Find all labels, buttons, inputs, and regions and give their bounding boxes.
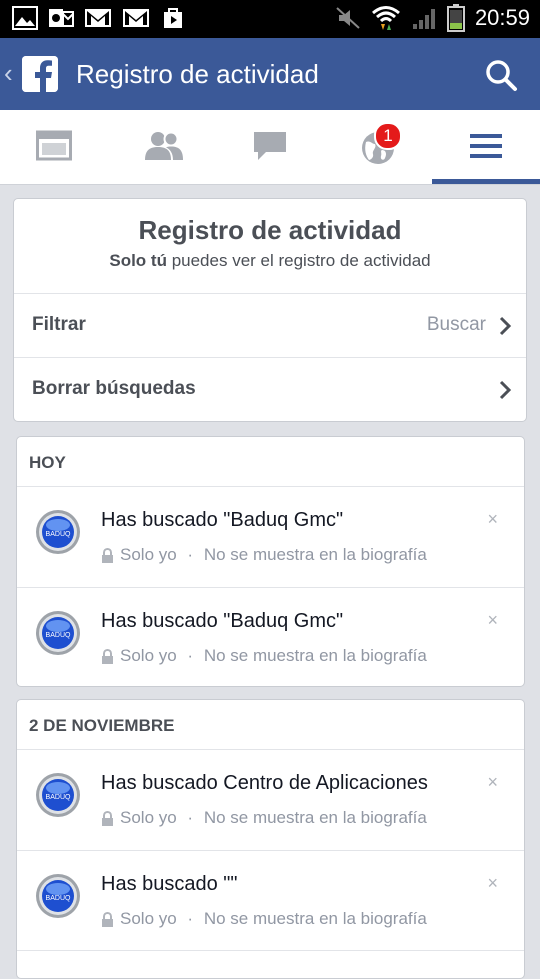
filter-label: Filtrar bbox=[32, 314, 86, 335]
entry-title: Has buscado "" bbox=[101, 873, 238, 895]
lock-icon bbox=[102, 911, 113, 927]
entry-title: Has buscado "Baduq Gmc" bbox=[101, 509, 344, 531]
meta-separator: · bbox=[182, 545, 198, 564]
section-november-2: 2 DE NOVIEMBRE BADUQ Has buscado Centro … bbox=[16, 699, 525, 979]
svg-text:BADUQ: BADUQ bbox=[46, 531, 71, 538]
clear-searches-label: Borrar búsquedas bbox=[32, 378, 196, 399]
divider bbox=[17, 950, 524, 951]
list-item[interactable]: BADUQ Has buscado "Baduq Gmc" Solo yo · … bbox=[17, 588, 524, 688]
section-heading: 2 DE NOVIEMBRE bbox=[29, 716, 175, 735]
entry-title: Has buscado "Baduq Gmc" bbox=[101, 610, 344, 632]
entry-meta: Solo yo · No se muestra en la biografía bbox=[101, 808, 427, 828]
filter-row[interactable]: Filtrar Buscar bbox=[14, 294, 526, 358]
list-item[interactable]: BADUQ Has buscado "" Solo yo · No se mue… bbox=[17, 851, 524, 951]
battery-icon bbox=[446, 4, 465, 32]
chevron-right-icon bbox=[499, 316, 512, 336]
tab-friends[interactable] bbox=[108, 110, 216, 184]
visibility-label: No se muestra en la biografía bbox=[203, 909, 427, 928]
chevron-right-icon bbox=[499, 380, 512, 400]
close-icon[interactable]: × bbox=[487, 873, 498, 894]
avatar: BADUQ bbox=[36, 874, 80, 918]
privacy-label[interactable]: Solo yo bbox=[120, 909, 177, 929]
privacy-label[interactable]: Solo yo bbox=[120, 646, 177, 666]
close-icon[interactable]: × bbox=[487, 772, 498, 793]
section-today: HOY BADUQ Has buscado "Baduq Gmc" Solo y… bbox=[16, 436, 525, 687]
status-bar: 20:59 bbox=[0, 0, 540, 38]
visibility-label: No se muestra en la biografía bbox=[203, 545, 427, 564]
list-item[interactable]: BADUQ Has buscado "Baduq Gmc" Solo yo · … bbox=[17, 487, 524, 587]
news-feed-icon bbox=[36, 130, 72, 161]
entry-meta: Solo yo · No se muestra en la biografía bbox=[101, 909, 427, 929]
outlook-icon bbox=[49, 9, 74, 27]
meta-separator: · bbox=[182, 646, 198, 665]
tab-notifications[interactable]: 1 bbox=[324, 110, 432, 184]
activity-log-title: Registro de actividad bbox=[138, 215, 402, 245]
image-icon bbox=[12, 6, 38, 30]
entry-title: Has buscado Centro de Aplicaciones bbox=[101, 772, 428, 794]
entry-meta: Solo yo · No se muestra en la biografía bbox=[101, 545, 427, 565]
page-title: Registro de actividad bbox=[76, 59, 319, 89]
visibility-label: No se muestra en la biografía bbox=[203, 646, 427, 665]
meta-separator: · bbox=[182, 909, 198, 928]
mute-icon bbox=[336, 7, 360, 29]
lock-icon bbox=[102, 648, 113, 664]
gmail-icon bbox=[85, 9, 111, 27]
search-action[interactable]: Buscar bbox=[427, 314, 486, 336]
gmail-icon bbox=[123, 9, 149, 27]
app-header: ‹ Registro de actividad bbox=[0, 38, 540, 110]
menu-icon bbox=[470, 134, 502, 158]
activity-log-subtitle: Solo tú puedes ver el registro de activi… bbox=[14, 251, 526, 271]
list-item[interactable]: BADUQ Has buscado Centro de Aplicaciones… bbox=[17, 750, 524, 850]
section-heading: HOY bbox=[29, 453, 66, 472]
avatar: BADUQ bbox=[36, 773, 80, 817]
subtitle-emphasis: Solo tú bbox=[109, 251, 167, 270]
notification-badge: 1 bbox=[374, 122, 402, 150]
avatar: BADUQ bbox=[36, 611, 80, 655]
clock: 20:59 bbox=[474, 5, 530, 30]
privacy-label[interactable]: Solo yo bbox=[120, 545, 177, 565]
meta-separator: · bbox=[182, 808, 198, 827]
back-icon[interactable]: ‹ bbox=[4, 60, 13, 86]
lock-icon bbox=[102, 547, 113, 563]
clear-searches-row[interactable]: Borrar búsquedas bbox=[14, 358, 526, 422]
avatar: BADUQ bbox=[36, 510, 80, 554]
signal-icon bbox=[412, 9, 435, 29]
wifi-icon bbox=[371, 6, 400, 30]
activity-log-card: Registro de actividad Solo tú puedes ver… bbox=[13, 198, 527, 422]
privacy-label[interactable]: Solo yo bbox=[120, 808, 177, 828]
facebook-logo-icon[interactable] bbox=[22, 56, 58, 92]
tab-messages[interactable] bbox=[216, 110, 324, 184]
subtitle-text: puedes ver el registro de actividad bbox=[166, 251, 431, 270]
close-icon[interactable]: × bbox=[487, 610, 498, 631]
search-icon[interactable] bbox=[484, 58, 518, 92]
lock-icon bbox=[102, 810, 113, 826]
visibility-label: No se muestra en la biografía bbox=[203, 808, 427, 827]
tab-bar: 1 bbox=[0, 110, 540, 185]
svg-text:BADUQ: BADUQ bbox=[46, 895, 71, 902]
svg-text:BADUQ: BADUQ bbox=[46, 794, 71, 801]
close-icon[interactable]: × bbox=[487, 509, 498, 530]
friends-icon bbox=[145, 131, 183, 160]
play-store-icon bbox=[164, 8, 182, 28]
entry-meta: Solo yo · No se muestra en la biografía bbox=[101, 646, 427, 666]
messages-icon bbox=[254, 132, 286, 160]
svg-text:BADUQ: BADUQ bbox=[46, 632, 71, 639]
tab-menu[interactable] bbox=[432, 110, 540, 184]
tab-news-feed[interactable] bbox=[0, 110, 108, 184]
